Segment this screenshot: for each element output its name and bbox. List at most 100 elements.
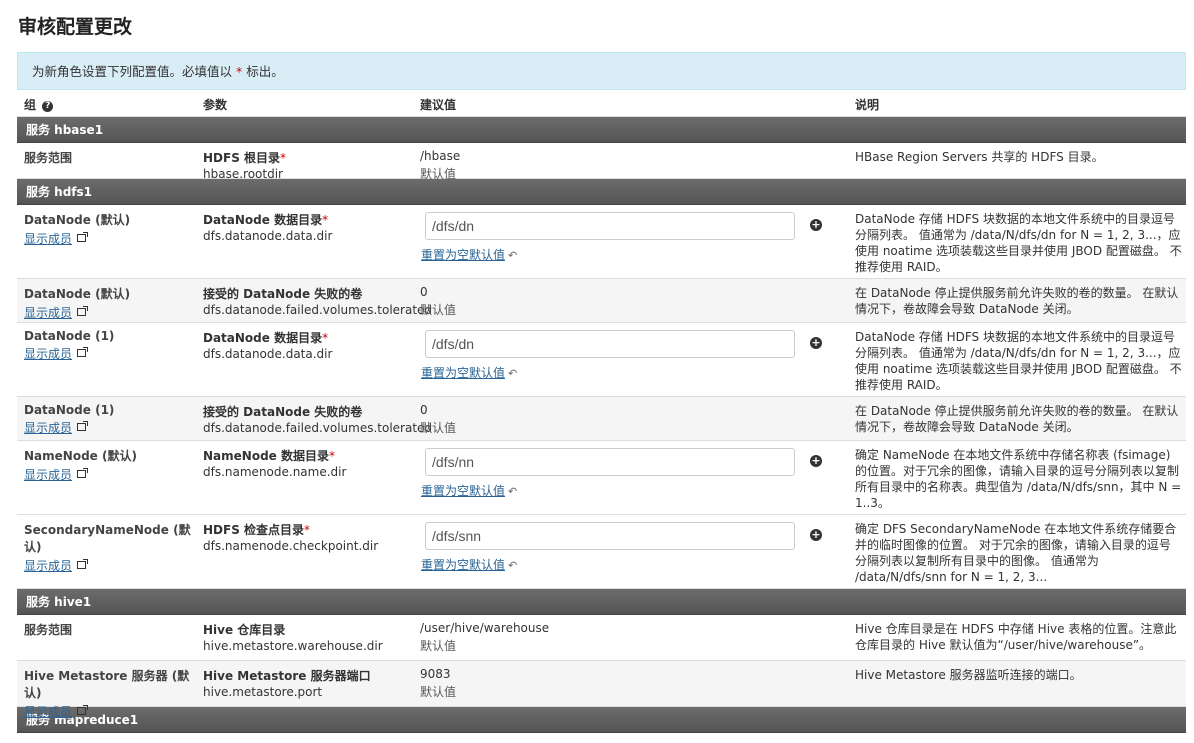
external-link-icon — [77, 232, 89, 242]
param-cell: DataNode 数据目录* dfs.datanode.data.dir — [203, 329, 418, 361]
group-cell: SecondaryNameNode (默认) 显示成员 — [24, 521, 196, 574]
group-name: SecondaryNameNode (默认) — [24, 523, 191, 554]
param-cell: NameNode 数据目录* dfs.namenode.name.dir — [203, 447, 418, 479]
external-link-icon — [77, 306, 89, 316]
show-members-link[interactable]: 显示成员 — [24, 559, 72, 573]
group-cell: Hive Metastore 服务器 (默认) 显示成员 — [24, 667, 196, 720]
group-name: Hive Metastore 服务器 (默认) — [24, 669, 190, 700]
param-key: hive.metastore.warehouse.dir — [203, 639, 383, 653]
add-value-button[interactable]: + — [810, 219, 822, 231]
description: 在 DataNode 停止提供服务前允许失败的卷的数量。 在默认情况下，卷故障会… — [855, 286, 1179, 316]
param-label: DataNode 数据目录 — [203, 331, 323, 345]
help-icon[interactable]: ? — [42, 101, 54, 112]
param-label: HDFS 根目录 — [203, 151, 281, 165]
description: Hive 仓库目录是在 HDFS 中存储 Hive 表格的位置。注意此仓库目录的… — [855, 622, 1177, 652]
param-key: hive.metastore.port — [203, 685, 323, 699]
param-key: dfs.datanode.data.dir — [203, 347, 333, 361]
add-value-button[interactable]: + — [810, 529, 822, 541]
show-members-link[interactable]: 显示成员 — [24, 232, 72, 246]
header-param: 参数 — [203, 98, 228, 112]
param-label: Hive 仓库目录 — [203, 623, 286, 637]
undo-icon: ↶ — [508, 249, 518, 262]
group-name: 服务范围 — [24, 623, 73, 637]
external-link-icon — [77, 421, 89, 431]
param-key: hbase.rootdir — [203, 167, 283, 181]
reset-default-link[interactable]: 重置为空默认值 — [421, 482, 505, 499]
config-row: DataNode (1) 显示成员 接受的 DataNode 失败的卷 dfs.d… — [17, 397, 1186, 441]
external-link-icon — [77, 468, 89, 478]
undo-icon: ↶ — [508, 367, 518, 380]
show-members-link[interactable]: 显示成员 — [24, 306, 72, 320]
suggested-value: 0 — [420, 403, 428, 417]
service-header: 服务 hive1 — [17, 589, 1186, 615]
group-name: NameNode (默认) — [24, 449, 137, 463]
description: 确定 NameNode 在本地文件系统中存储名称表 (fsimage) 的位置。… — [855, 448, 1182, 510]
required-marker: * — [322, 213, 329, 227]
show-members-link[interactable]: 显示成员 — [24, 347, 72, 361]
value-input[interactable] — [425, 522, 795, 550]
value-cell: 重置为空默认值↶ — [420, 329, 840, 381]
config-row: DataNode (1) 显示成员 DataNode 数据目录* dfs.data… — [17, 323, 1186, 397]
value-cell: /hbase 默认值 — [420, 149, 840, 182]
reset-default-link[interactable]: 重置为空默认值 — [421, 364, 505, 381]
table-body: 服务 hbase1 服务范围 HDFS 根目录* hbase.rootdir /… — [17, 117, 1186, 733]
info-banner: 为新角色设置下列配置值。必填值以 * 标出。 — [17, 52, 1186, 90]
show-members-link[interactable]: 显示成员 — [24, 468, 72, 482]
param-label: Hive Metastore 服务器端口 — [203, 669, 371, 683]
info-text: 为新角色设置下列配置值。必填值以 — [32, 64, 233, 79]
external-link-icon — [77, 705, 89, 715]
group-name: DataNode (1) — [24, 329, 115, 343]
add-value-button[interactable]: + — [810, 337, 822, 349]
show-members-link[interactable]: 显示成员 — [24, 705, 72, 719]
default-label: 默认值 — [420, 685, 457, 699]
config-row: SecondaryNameNode (默认) 显示成员 HDFS 检查点目录* d… — [17, 515, 1186, 589]
reset-default-link[interactable]: 重置为空默认值 — [421, 556, 505, 573]
value-input[interactable] — [425, 448, 795, 476]
value-input[interactable] — [425, 330, 795, 358]
config-row: DataNode (默认) 显示成员 DataNode 数据目录* dfs.dat… — [17, 205, 1186, 279]
value-cell: 重置为空默认值↶ — [420, 211, 840, 263]
show-members-link[interactable]: 显示成员 — [24, 421, 72, 435]
config-row: 服务范围 HDFS 根目录* hbase.rootdir /hbase 默认值 … — [17, 143, 1186, 182]
value-cell: 0 默认值 — [420, 285, 840, 318]
group-cell: 服务范围 — [24, 621, 196, 638]
value-input[interactable] — [425, 212, 795, 240]
undo-icon: ↶ — [508, 485, 518, 498]
param-cell: Hive Metastore 服务器端口 hive.metastore.port — [203, 667, 418, 699]
service-header: 服务 hbase1 — [17, 117, 1186, 143]
header-group: 组 ? — [24, 96, 54, 113]
group-cell: DataNode (1) 显示成员 — [24, 329, 196, 362]
param-key: dfs.datanode.data.dir — [203, 229, 333, 243]
required-marker: * — [304, 523, 311, 537]
header-value: 建议值 — [420, 98, 457, 112]
param-key: dfs.datanode.failed.volumes.tolerated — [203, 421, 433, 435]
config-row: 服务范围 Hive 仓库目录 hive.metastore.warehouse.… — [17, 615, 1186, 661]
param-label: 接受的 DataNode 失败的卷 — [203, 405, 363, 419]
group-cell: 服务范围 — [24, 149, 196, 166]
config-row: DataNode (默认) 显示成员 接受的 DataNode 失败的卷 dfs.… — [17, 279, 1186, 323]
add-value-button[interactable]: + — [810, 455, 822, 467]
description: HBase Region Servers 共享的 HDFS 目录。 — [855, 150, 1104, 164]
undo-icon: ↶ — [508, 559, 518, 572]
group-cell: DataNode (默认) 显示成员 — [24, 211, 196, 247]
header-group-label: 组 — [24, 98, 37, 112]
value-cell: 9083 默认值 — [420, 667, 840, 700]
param-label: HDFS 检查点目录 — [203, 523, 305, 537]
default-label: 默认值 — [420, 639, 457, 653]
param-cell: DataNode 数据目录* dfs.datanode.data.dir — [203, 211, 418, 243]
suggested-value: /hbase — [420, 149, 461, 163]
group-cell: NameNode (默认) 显示成员 — [24, 447, 196, 483]
info-suffix: 标出。 — [246, 64, 284, 79]
param-label: 接受的 DataNode 失败的卷 — [203, 287, 363, 301]
param-cell: HDFS 检查点目录* dfs.namenode.checkpoint.dir — [203, 521, 418, 553]
required-marker: * — [322, 331, 329, 345]
value-cell: 重置为空默认值↶ — [420, 447, 840, 499]
value-cell: 重置为空默认值↶ — [420, 521, 840, 573]
group-name: DataNode (默认) — [24, 213, 131, 227]
param-key: dfs.namenode.name.dir — [203, 465, 347, 479]
param-cell: HDFS 根目录* hbase.rootdir — [203, 149, 418, 181]
value-cell: 0 默认值 — [420, 403, 840, 436]
param-cell: Hive 仓库目录 hive.metastore.warehouse.dir — [203, 621, 418, 653]
group-name: DataNode (默认) — [24, 287, 131, 301]
reset-default-link[interactable]: 重置为空默认值 — [421, 246, 505, 263]
